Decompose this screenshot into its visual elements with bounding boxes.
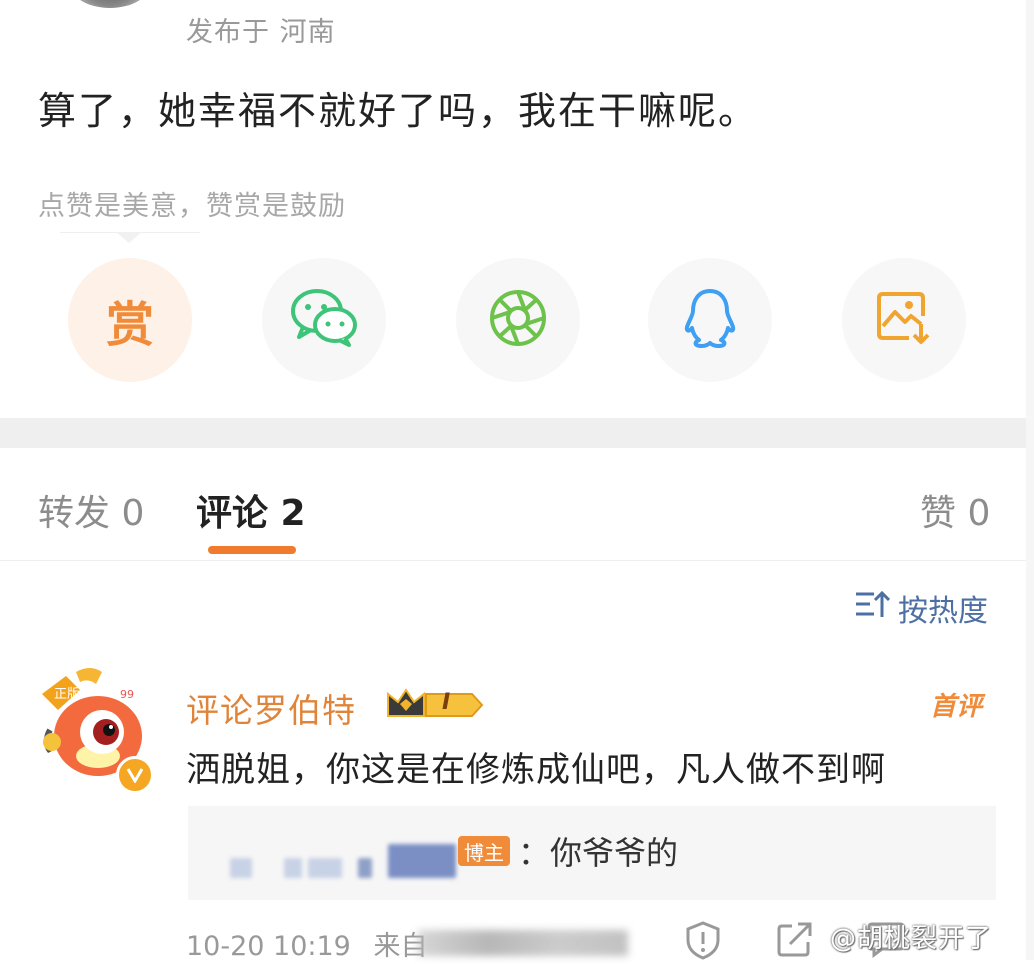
- level-value: I: [442, 690, 451, 715]
- first-comment-badge: 首评: [930, 692, 983, 722]
- qq-icon: [682, 287, 738, 353]
- share-moments-button[interactable]: [456, 258, 580, 382]
- redacted-name-part: [388, 844, 456, 878]
- redacted-name-part: [358, 858, 372, 878]
- report-button[interactable]: [684, 920, 722, 964]
- share-comment-button[interactable]: [776, 920, 814, 962]
- tab-like[interactable]: 赞 0: [920, 484, 990, 536]
- verified-v-icon: [116, 756, 154, 794]
- reward-button[interactable]: 赏: [68, 258, 192, 382]
- weibo-watermark: @胡桃裂开了: [830, 924, 993, 954]
- share-qq-button[interactable]: [648, 258, 772, 382]
- post-text: 算了，她幸福不就好了吗，我在干嘛呢。: [38, 89, 759, 133]
- moments-icon: [488, 288, 548, 352]
- comment-meta: 10-20 10:19 来自: [186, 924, 628, 963]
- comment-text: 洒脱姐，你这是在修炼成仙吧，凡人做不到啊: [186, 750, 886, 790]
- redacted-source: [418, 930, 628, 956]
- tab-comment[interactable]: 评论 2: [196, 484, 306, 536]
- member-level-badge: I: [384, 686, 488, 728]
- sort-icon: [854, 589, 891, 627]
- commenter-name[interactable]: 评论罗伯特: [186, 684, 356, 732]
- share-out-icon: [776, 922, 814, 962]
- scroll-edge: [1026, 0, 1034, 960]
- share-wechat-button[interactable]: [262, 258, 386, 382]
- reward-tip: 点赞是美意，赞赏是鼓励: [38, 191, 346, 222]
- commenter-avatar[interactable]: 正版 99: [36, 660, 154, 794]
- reward-icon: 赏: [105, 297, 154, 353]
- tip-arrow: [116, 232, 142, 243]
- sort-label: 按热度: [898, 594, 988, 629]
- wechat-icon: [289, 287, 359, 353]
- tab-active-indicator: [208, 546, 296, 554]
- comment-time: 10-20 10:19: [186, 931, 351, 962]
- poster-avatar[interactable]: [70, 0, 150, 8]
- sort-by-hot-button[interactable]: 按热度: [854, 586, 988, 630]
- publish-location: 发布于 河南: [186, 17, 336, 48]
- section-divider: [0, 418, 1034, 448]
- tab-divider: [0, 560, 1034, 561]
- redacted-name-part: [284, 858, 302, 878]
- save-image-icon: [875, 290, 933, 350]
- tab-repost[interactable]: 转发 0: [38, 484, 144, 536]
- reply-preview[interactable]: 博主 ：你爷爷的: [188, 806, 996, 900]
- redacted-name-part: [230, 858, 252, 878]
- svg-text:正版: 正版: [54, 687, 80, 702]
- author-badge: 博主: [458, 836, 510, 866]
- shield-alert-icon: [684, 921, 722, 964]
- reply-text: ：你爷爷的: [518, 834, 679, 872]
- svg-text:99: 99: [120, 688, 134, 701]
- redacted-name-part: [308, 858, 342, 878]
- save-image-button[interactable]: [842, 258, 966, 382]
